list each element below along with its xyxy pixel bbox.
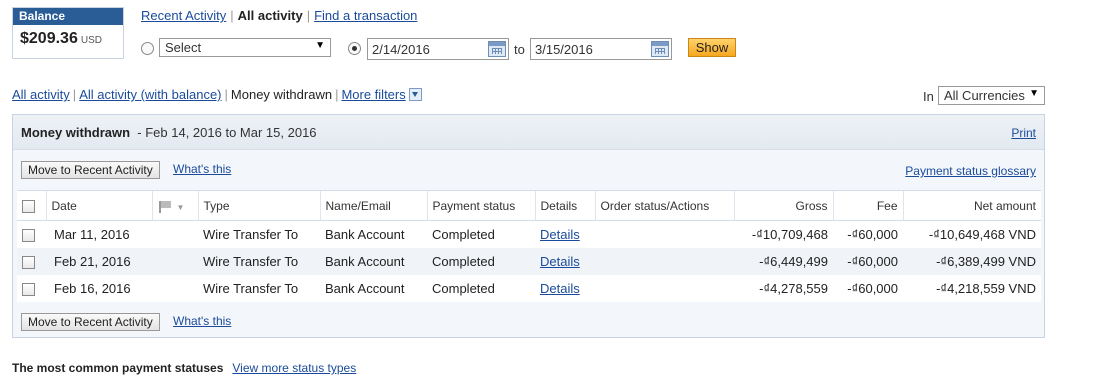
period-select[interactable]: Select ▼ [159, 38, 331, 57]
table-row: Feb 21, 2016 Wire Transfer To Bank Accou… [17, 248, 1041, 275]
order-header: Order status/Actions [594, 190, 734, 221]
select-all-header [17, 190, 46, 221]
balance-label: Balance [13, 8, 123, 25]
row-details-link[interactable]: Details [540, 254, 580, 269]
row-order [595, 248, 734, 275]
activity-nav: Recent Activity | All activity | Find a tran… [141, 8, 418, 23]
whats-this-link-top[interactable]: What's this [173, 162, 231, 176]
currency-select-value: All Currencies [944, 88, 1025, 103]
panel-title: Money withdrawn - Feb 14, 2016 to Mar 15… [21, 125, 317, 140]
details-header: Details [534, 190, 595, 221]
from-date-input[interactable]: 2/14/2016 [367, 38, 509, 60]
row-date: Feb 21, 2016 [46, 248, 152, 275]
payment-status-glossary-link[interactable]: Payment status glossary [905, 164, 1036, 178]
filter-money-withdrawn: Money withdrawn [230, 87, 333, 102]
common-statuses-label: The most common payment statuses [12, 361, 224, 375]
panel-header: Money withdrawn - Feb 14, 2016 to Mar 15… [13, 115, 1044, 150]
fee-header: Fee [832, 190, 903, 221]
show-button[interactable]: Show [688, 38, 736, 57]
type-header: Type [197, 190, 320, 221]
row-type: Wire Transfer To [198, 275, 320, 302]
transactions-table: Date ▼ Type Name/Email Payment status De… [17, 190, 1041, 302]
row-net: -₫4,218,559 VND [903, 275, 1041, 302]
row-status: Completed [427, 248, 535, 275]
date-range-radio[interactable] [348, 42, 361, 55]
row-status: Completed [427, 220, 535, 248]
from-date-value: 2/14/2016 [372, 42, 430, 57]
calendar-icon[interactable] [488, 41, 506, 57]
row-fee: -₫60,000 [833, 275, 903, 302]
table-row: Feb 16, 2016 Wire Transfer To Bank Accou… [17, 275, 1041, 302]
more-filters-link[interactable]: More filters [341, 87, 405, 102]
common-statuses: The most common payment statuses View mor… [12, 361, 356, 375]
row-gross: -₫6,449,499 [734, 248, 833, 275]
row-order [595, 275, 734, 302]
name-header: Name/Email [319, 190, 427, 221]
chevron-down-icon[interactable] [408, 88, 422, 101]
whats-this-link-bottom[interactable]: What's this [173, 314, 231, 328]
to-date-value: 3/15/2016 [535, 42, 593, 57]
row-name: Bank Account [320, 220, 427, 248]
filter-all-with-balance[interactable]: All activity (with balance) [79, 87, 221, 102]
period-select-value: Select [165, 40, 202, 55]
balance-currency: USD [80, 35, 102, 46]
panel-title-label: Money withdrawn [21, 125, 131, 140]
row-checkbox[interactable] [22, 256, 35, 270]
calendar-icon[interactable] [651, 41, 669, 57]
balance-box: Balance $209.36 USD [12, 7, 124, 59]
row-type: Wire Transfer To [198, 248, 320, 275]
table-row: Mar 11, 2016 Wire Transfer To Bank Accou… [17, 220, 1041, 248]
to-label: to [514, 42, 525, 57]
period-select-radio[interactable] [141, 42, 154, 55]
filter-tabs: All activity | All activity (with balance)… [12, 87, 422, 102]
row-gross: -₫4,278,559 [734, 275, 833, 302]
currency-in-label: In [923, 89, 934, 104]
balance-amount: $209.36 [20, 30, 78, 47]
row-order [595, 220, 734, 248]
row-fee: -₫60,000 [833, 220, 903, 248]
row-type: Wire Transfer To [198, 220, 320, 248]
gross-header: Gross [733, 190, 833, 221]
chevron-down-icon: ▼ [176, 202, 185, 212]
row-net: -₫10,649,468 VND [903, 220, 1041, 248]
row-details-link[interactable]: Details [540, 227, 580, 242]
panel-date-range: - Feb 14, 2016 to Mar 15, 2016 [137, 125, 317, 140]
table-header-row: Date ▼ Type Name/Email Payment status De… [17, 190, 1041, 221]
row-gross: -₫10,709,468 [734, 220, 833, 248]
row-checkbox[interactable] [22, 229, 35, 243]
currency-select[interactable]: All Currencies ▼ [938, 86, 1045, 105]
select-all-checkbox[interactable] [22, 199, 35, 213]
chevron-down-icon: ▼ [315, 40, 325, 51]
row-name: Bank Account [320, 248, 427, 275]
net-header: Net amount [902, 190, 1041, 221]
recent-activity-link[interactable]: Recent Activity [141, 8, 226, 23]
row-details-link[interactable]: Details [540, 281, 580, 296]
row-date: Feb 16, 2016 [46, 275, 152, 302]
flag-header[interactable]: ▼ [151, 190, 198, 221]
to-date-input[interactable]: 3/15/2016 [530, 38, 672, 60]
chevron-down-icon: ▼ [1029, 88, 1039, 99]
row-date: Mar 11, 2016 [46, 220, 152, 248]
all-activity-tab: All activity [237, 8, 303, 23]
move-to-recent-button-top[interactable]: Move to Recent Activity [21, 161, 160, 179]
status-header: Payment status [426, 190, 535, 221]
transactions-panel: Money withdrawn - Feb 14, 2016 to Mar 15… [12, 114, 1045, 338]
print-link[interactable]: Print [1011, 126, 1036, 140]
row-status: Completed [427, 275, 535, 302]
view-more-status-types-link[interactable]: View more status types [232, 361, 356, 375]
find-transaction-link[interactable]: Find a transaction [314, 8, 417, 23]
row-checkbox[interactable] [22, 283, 35, 297]
row-net: -₫6,389,499 VND [903, 248, 1041, 275]
move-to-recent-button-bottom[interactable]: Move to Recent Activity [21, 313, 160, 331]
row-name: Bank Account [320, 275, 427, 302]
date-header[interactable]: Date [45, 190, 152, 221]
row-fee: -₫60,000 [833, 248, 903, 275]
flag-icon [158, 200, 174, 213]
filter-all-activity[interactable]: All activity [12, 87, 70, 102]
